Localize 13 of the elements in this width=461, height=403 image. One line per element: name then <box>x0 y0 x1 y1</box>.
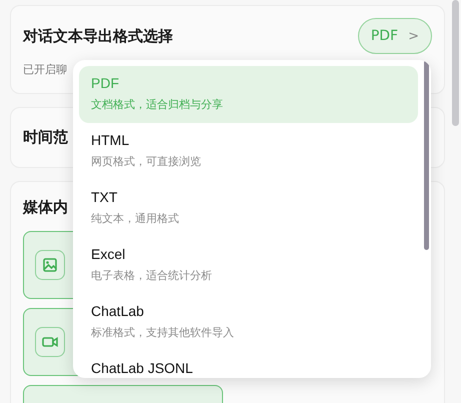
format-option[interactable]: HTML 网页格式，可直接浏览 <box>79 123 418 180</box>
format-option[interactable]: TXT 纯文本，通用格式 <box>79 180 418 237</box>
video-icon <box>35 327 65 357</box>
format-option[interactable]: Excel 电子表格，适合统计分析 <box>79 237 418 294</box>
format-option[interactable]: ChatLab JSONL <box>79 351 418 378</box>
image-icon <box>35 250 65 280</box>
card-title: 对话文本导出格式选择 <box>23 26 173 46</box>
format-option[interactable]: ChatLab 标准格式，支持其他软件导入 <box>79 294 418 351</box>
card-title: 媒体内 <box>23 198 68 217</box>
scrollbar[interactable] <box>424 60 429 250</box>
card-title: 时间范 <box>23 128 68 147</box>
card-subtitle: 已开启聊 <box>23 62 67 77</box>
scrollbar[interactable] <box>452 0 459 126</box>
